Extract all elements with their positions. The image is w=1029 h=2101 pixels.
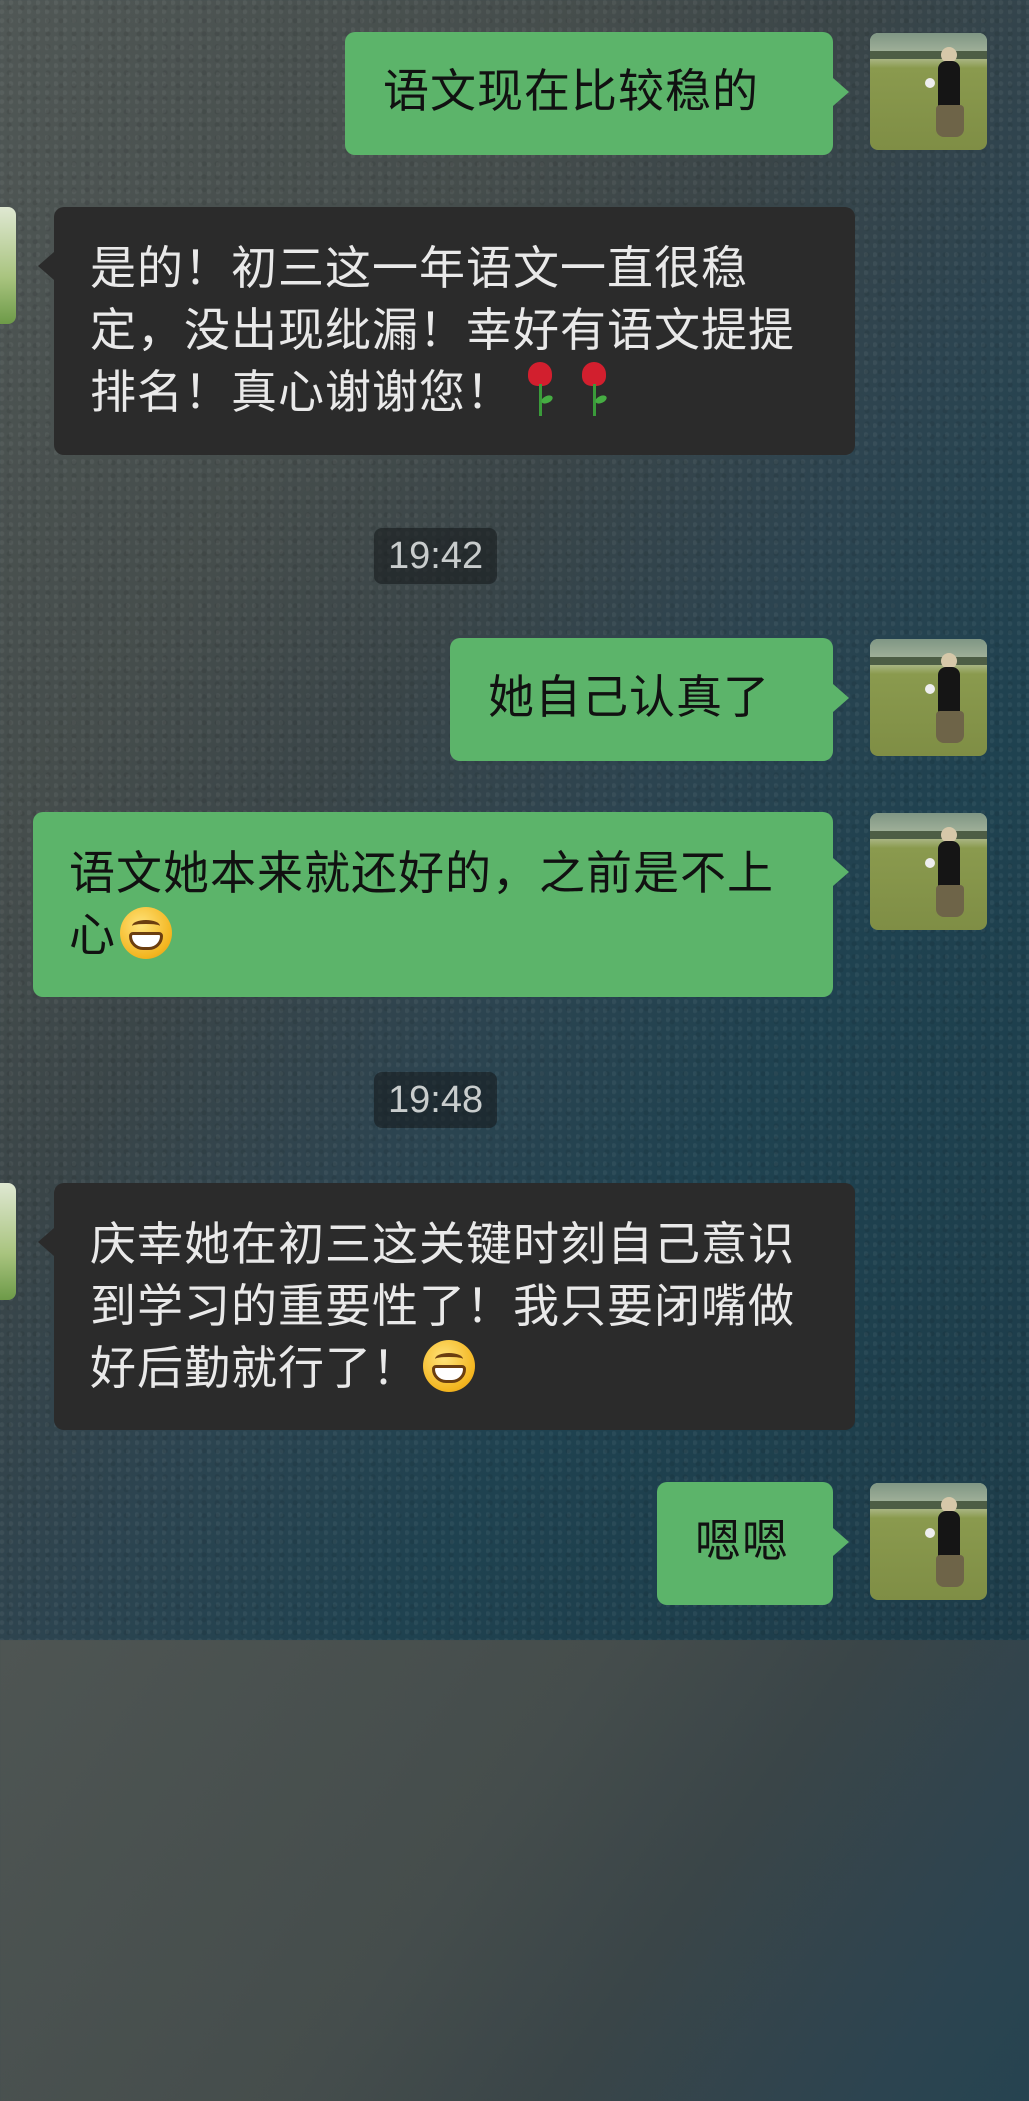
contact-avatar[interactable]: [0, 207, 16, 324]
my-avatar[interactable]: [870, 33, 987, 150]
rose-icon: [523, 362, 557, 418]
message-text: 语文现在比较稳的: [383, 64, 759, 118]
rose-icon: [577, 362, 611, 418]
message-text: 语文她本来就还好的，之前是不上心: [69, 846, 774, 962]
message-bubble-received[interactable]: 是的！初三这一年语文一直很稳定，没出现纰漏！幸好有语文提提排名！真心谢谢您！: [54, 207, 855, 455]
grin-icon: [423, 1340, 475, 1392]
message-text: 是的！初三这一年语文一直很稳定，没出现纰漏！幸好有语文提提排名！真心谢谢您！: [90, 241, 795, 419]
message-text: 嗯嗯: [695, 1514, 789, 1568]
bubble-tail: [833, 1528, 849, 1556]
timestamp: 19:48: [374, 1072, 498, 1128]
message-bubble-sent[interactable]: 嗯嗯: [657, 1482, 833, 1605]
message-text: 她自己认真了: [488, 670, 770, 724]
my-avatar[interactable]: [870, 813, 987, 930]
message-bubble-received[interactable]: 庆幸她在初三这关键时刻自己意识到学习的重要性了！我只要闭嘴做好后勤就行了！: [54, 1183, 855, 1430]
bubble-tail: [833, 858, 849, 886]
my-avatar[interactable]: [870, 639, 987, 756]
message-bubble-sent[interactable]: 语文现在比较稳的: [345, 32, 833, 155]
bubble-tail: [38, 252, 54, 280]
message-bubble-sent[interactable]: 她自己认真了: [450, 638, 833, 761]
bubble-tail: [833, 684, 849, 712]
message-bubble-sent[interactable]: 语文她本来就还好的，之前是不上心: [33, 812, 833, 997]
bubble-tail: [38, 1228, 54, 1256]
bubble-tail: [833, 78, 849, 106]
contact-avatar[interactable]: [0, 1183, 16, 1300]
my-avatar[interactable]: [870, 1483, 987, 1600]
timestamp: 19:42: [374, 528, 498, 584]
grin-icon: [120, 907, 172, 959]
